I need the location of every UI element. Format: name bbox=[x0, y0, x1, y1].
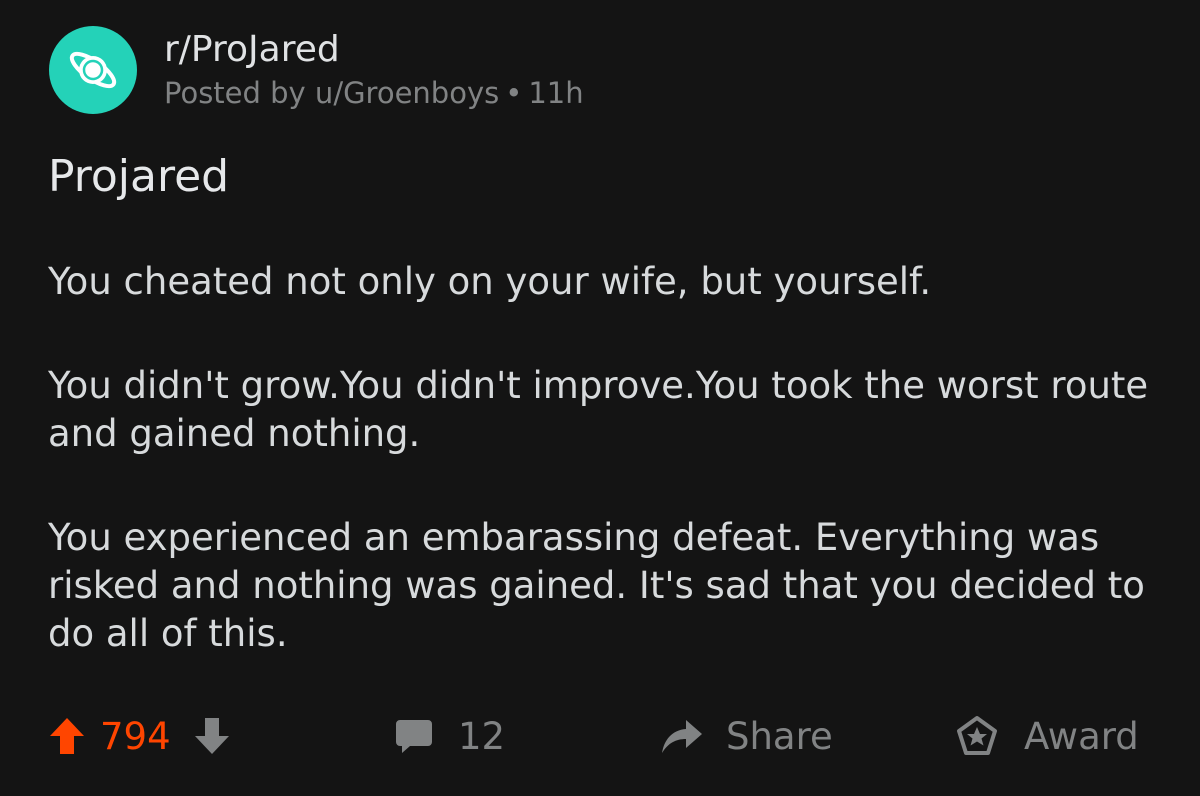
post-paragraph: You didn't grow.You didn't improve.You t… bbox=[48, 364, 1149, 455]
award-icon bbox=[957, 716, 997, 755]
share-button[interactable]: Share bbox=[660, 710, 833, 762]
post-paragraph: You experienced an embarassing defeat. E… bbox=[48, 516, 1145, 655]
arrow-up-icon[interactable] bbox=[48, 716, 86, 756]
post-title[interactable]: Projared bbox=[48, 148, 229, 206]
post-paragraph: You cheated not only on your wife, but y… bbox=[48, 260, 932, 303]
post-body: You cheated not only on your wife, but y… bbox=[48, 258, 1158, 714]
upvote-count: 794 bbox=[100, 714, 171, 758]
award-button[interactable]: Award bbox=[956, 710, 1139, 762]
post-card: r/ProJared Posted by u/Groenboys • 11h Pro… bbox=[0, 0, 1200, 796]
share-label: Share bbox=[726, 714, 833, 758]
arrow-down-icon[interactable] bbox=[193, 716, 231, 756]
comments-button[interactable]: 12 bbox=[394, 710, 505, 762]
posted-by-line: Posted by u/Groenboys • 11h bbox=[164, 73, 584, 113]
post-age: 11h bbox=[528, 76, 584, 110]
share-arrow-icon bbox=[662, 720, 702, 753]
comment-bubble-icon bbox=[396, 720, 432, 753]
post-header: r/ProJared Posted by u/Groenboys • 11h bbox=[49, 26, 584, 114]
post-meta: r/ProJared Posted by u/Groenboys • 11h bbox=[164, 27, 584, 113]
vote-group: 794 bbox=[48, 710, 231, 762]
comment-count: 12 bbox=[458, 714, 506, 758]
post-actions-bar: 794 12 Share Award bbox=[48, 710, 1158, 762]
separator-dot: • bbox=[505, 76, 523, 110]
subreddit-name[interactable]: r/ProJared bbox=[164, 27, 584, 73]
subreddit-avatar[interactable] bbox=[49, 26, 137, 114]
planet-icon bbox=[69, 51, 117, 89]
author-text[interactable]: Posted by u/Groenboys bbox=[164, 76, 499, 110]
award-label: Award bbox=[1024, 714, 1139, 758]
